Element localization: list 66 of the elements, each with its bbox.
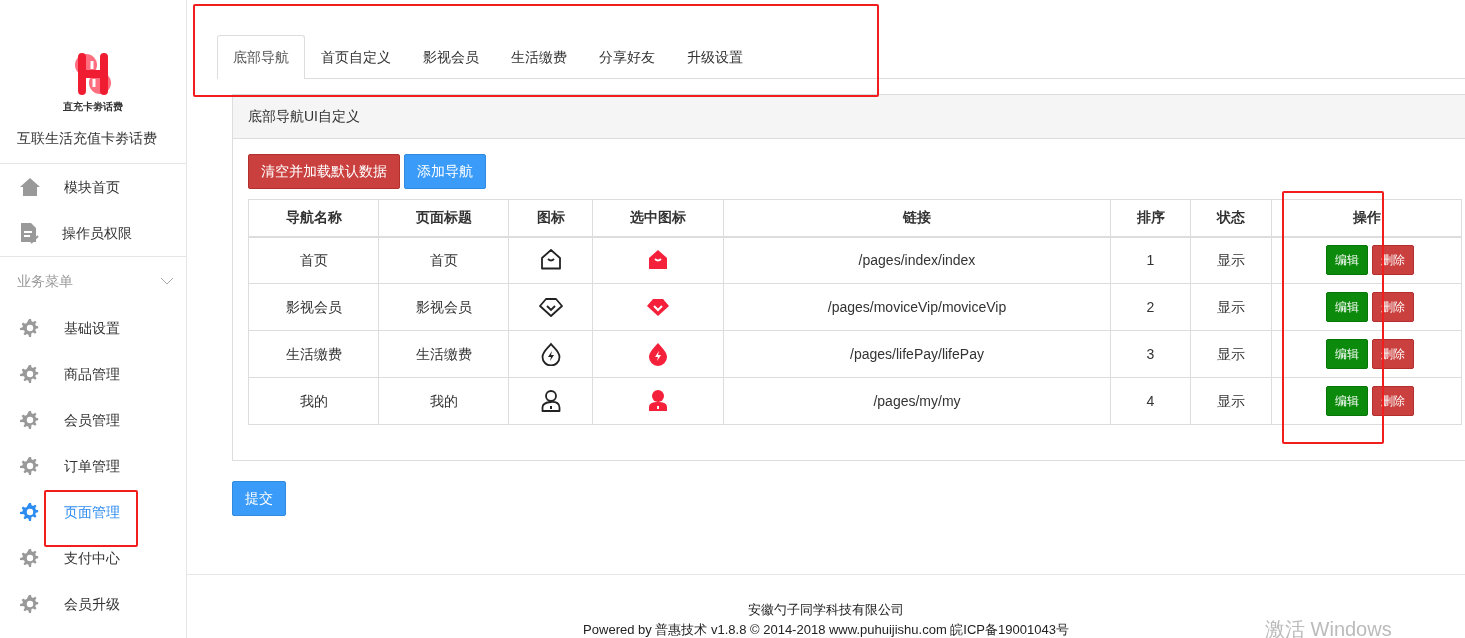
gear-icon	[19, 318, 41, 338]
tab[interactable]: 分享好友	[583, 35, 671, 79]
reset-button[interactable]: 清空并加载默认数据	[248, 154, 400, 189]
table-cell: 生活缴费	[248, 330, 379, 378]
sidebar-item[interactable]: 支付中心	[0, 535, 186, 581]
sidebar-item[interactable]: 基础设置	[0, 305, 186, 351]
column-header: 页面标题	[378, 199, 509, 237]
table-cell: 显示	[1190, 283, 1272, 331]
home-icon	[19, 177, 41, 197]
table-cell: /pages/my/my	[723, 377, 1111, 425]
gear-icon	[19, 456, 41, 476]
column-header: 导航名称	[248, 199, 379, 237]
lightning-drop-icon	[646, 342, 670, 366]
table-cell: /pages/lifePay/lifePay	[723, 330, 1111, 378]
tab[interactable]: 首页自定义	[305, 35, 407, 79]
sidebar-item[interactable]: 会员升级	[0, 581, 186, 627]
chevron-icon	[160, 277, 174, 285]
column-header: 状态	[1190, 199, 1272, 237]
column-header: 选中图标	[592, 199, 724, 237]
sidebar-item[interactable]: 模块首页	[0, 164, 186, 210]
column-header: 排序	[1110, 199, 1191, 237]
edit-button[interactable]: 编辑	[1326, 386, 1368, 416]
table-cell: 影视会员	[378, 283, 509, 331]
diamond-icon	[538, 295, 563, 319]
sidebar-item[interactable]: 商品管理	[0, 351, 186, 397]
sidebar-item[interactable]: 会员管理	[0, 397, 186, 443]
table-cell: 首页	[248, 236, 379, 284]
edit-button[interactable]: 编辑	[1326, 339, 1368, 369]
edit-button[interactable]: 编辑	[1326, 292, 1368, 322]
table-cell: 首页	[378, 236, 509, 284]
tab[interactable]: 升级设置	[671, 35, 759, 79]
column-header: 图标	[508, 199, 593, 237]
powered-by-text: Powered by 普惠技术 v1.8.8 © 2014-2018 www.puhuijishu.com 皖ICP备19001043号	[583, 621, 1069, 638]
edit-button[interactable]: 编辑	[1326, 245, 1368, 276]
table-cell: 4	[1110, 377, 1191, 425]
panel-title: 底部导航UI自定义	[233, 95, 1465, 139]
table-cell: 显示	[1190, 330, 1272, 378]
gear-icon	[19, 548, 41, 568]
gear-icon	[19, 502, 41, 522]
person-icon	[646, 389, 670, 413]
sidebar-item[interactable]: 操作员权限	[0, 210, 186, 256]
column-header: 操作	[1271, 199, 1462, 237]
table-cell: 显示	[1190, 377, 1272, 425]
app-title: 互联生活充值卡劵话费	[0, 118, 186, 164]
logo-caption: 直充卡劵话费	[63, 100, 123, 114]
table-cell: 2	[1110, 283, 1191, 331]
sidebar-item[interactable]: 订单管理	[0, 443, 186, 489]
sidebar-item[interactable]: 页面管理	[0, 489, 186, 535]
table-cell: 我的	[248, 377, 379, 425]
document-icon	[19, 222, 39, 244]
company-name: 安徽勺子同学科技有限公司	[748, 601, 904, 619]
table-cell: 我的	[378, 377, 509, 425]
gear-icon	[19, 594, 41, 614]
table-cell: 影视会员	[248, 283, 379, 331]
tab[interactable]: 底部导航	[217, 35, 305, 79]
column-header: 链接	[723, 199, 1111, 237]
gear-icon	[19, 410, 41, 430]
tab[interactable]: 生活缴费	[495, 35, 583, 79]
table-cell: 显示	[1190, 236, 1272, 284]
table-cell: 生活缴费	[378, 330, 509, 378]
gear-icon	[19, 364, 41, 384]
table-cell: 3	[1110, 330, 1191, 378]
table-cell: 1	[1110, 236, 1191, 284]
table-cell: /pages/moviceVip/moviceVip	[723, 283, 1111, 331]
table-cell: /pages/index/index	[723, 236, 1111, 284]
tab[interactable]: 影视会员	[407, 35, 495, 79]
